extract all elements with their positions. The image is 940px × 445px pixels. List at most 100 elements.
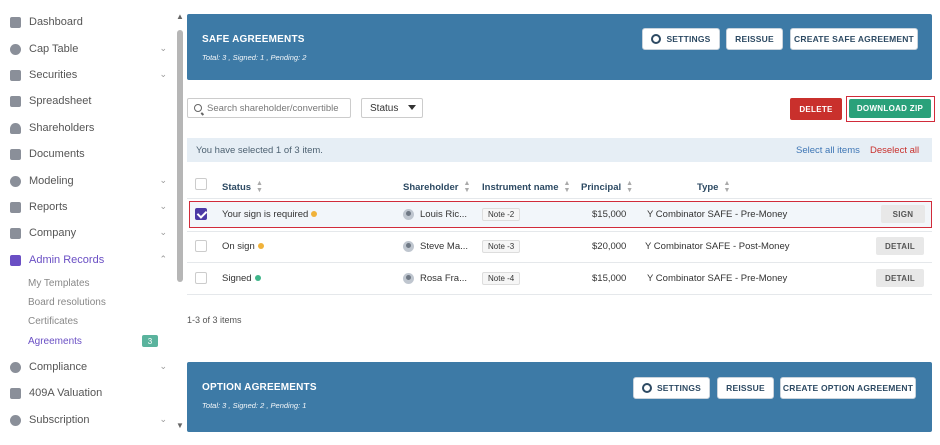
column-header-status[interactable]: Status ▲ ▼ — [222, 180, 263, 194]
status-cell: Your sign is required — [222, 209, 318, 220]
chevron-down-icon: ⌄ — [159, 201, 167, 211]
sidebar-item-admin-records[interactable]: Admin Records ⌃ — [10, 250, 175, 270]
sort-icon: ▲ ▼ — [463, 180, 471, 194]
create-safe-agreement-button[interactable]: CREATE SAFE AGREEMENT — [790, 28, 918, 50]
instrument-tag: Note -2 — [482, 208, 521, 221]
column-header-instrument[interactable]: Instrument name ▲ ▼ — [482, 180, 570, 194]
sidebar-item-cap-table[interactable]: Cap Table ⌄ — [10, 39, 175, 59]
sort-icon: ▲ ▼ — [256, 180, 263, 194]
avatar — [403, 273, 414, 284]
section-title: OPTION AGREEMENTS — [202, 382, 317, 393]
detail-button[interactable]: DETAIL — [876, 269, 924, 287]
column-label: Type — [697, 181, 719, 193]
divider — [187, 262, 932, 263]
type-cell: Y Combinator SAFE - Post-Money — [645, 241, 790, 252]
delete-button[interactable]: DELETE — [790, 98, 842, 120]
sidebar-subitem-board-resolutions[interactable]: Board resolutions — [28, 294, 168, 310]
sidebar: Dashboard Cap Table ⌄ Securities ⌄ Spreads… — [0, 0, 175, 445]
sidebar-item-label: Dashboard — [29, 16, 83, 28]
gear-icon — [641, 383, 652, 393]
button-label: SETTINGS — [656, 383, 702, 393]
sidebar-item-company[interactable]: Company ⌄ — [10, 223, 175, 243]
scroll-up-arrow-icon[interactable]: ▲ — [176, 12, 184, 21]
row-checkbox[interactable] — [195, 272, 207, 284]
sort-icon: ▲ ▼ — [626, 180, 634, 194]
search-input[interactable]: Search shareholder/convertible — [187, 98, 351, 118]
type-cell: Y Combinator SAFE - Pre-Money — [647, 273, 788, 284]
reissue-button[interactable]: REISSUE — [726, 28, 783, 50]
sidebar-item-label: Spreadsheet — [29, 95, 92, 107]
column-label: Principal — [581, 181, 622, 193]
sidebar-subitem-agreements[interactable]: Agreements 3 — [28, 333, 168, 349]
column-label: Instrument name — [482, 181, 559, 193]
sidebar-item-documents[interactable]: Documents — [10, 144, 175, 164]
principal-cell: $20,000 — [592, 241, 627, 252]
download-zip-highlight: DOWNLOAD ZIP — [846, 96, 935, 122]
sidebar-scrollbar[interactable]: ▲ ▼ — [176, 12, 184, 430]
select-all-link[interactable]: Select all items — [796, 145, 860, 156]
column-header-principal[interactable]: Principal ▲ ▼ — [581, 180, 633, 194]
settings-button[interactable]: SETTINGS — [642, 28, 720, 50]
shareholder-cell: Steve Ma... — [420, 241, 469, 252]
chevron-down-icon: ⌄ — [159, 43, 167, 53]
sidebar-subitem-label: My Templates — [28, 277, 90, 289]
chevron-down-icon: ⌄ — [159, 175, 167, 185]
button-label: SETTINGS — [666, 34, 711, 44]
sidebar-item-label: Admin Records — [29, 254, 105, 266]
create-option-agreement-button[interactable]: CREATE OPTION AGREEMENT — [780, 377, 916, 399]
settings-button[interactable]: SETTINGS — [633, 377, 710, 399]
section-summary: Total: 3 , Signed: 2 , Pending: 1 — [202, 401, 307, 410]
avatar — [403, 209, 414, 220]
type-cell: Y Combinator SAFE - Pre-Money — [647, 209, 788, 220]
chevron-down-icon: ⌄ — [159, 69, 167, 79]
sidebar-subitem-my-templates[interactable]: My Templates — [28, 275, 168, 291]
sidebar-item-dashboard[interactable]: Dashboard — [10, 12, 175, 32]
chevron-down-icon: ⌄ — [159, 361, 167, 371]
row-checkbox[interactable] — [195, 208, 207, 220]
sidebar-item-label: Securities — [29, 69, 78, 81]
sidebar-item-modeling[interactable]: Modeling ⌄ — [10, 171, 175, 191]
status-text: Signed — [222, 273, 252, 284]
count-badge: 3 — [142, 335, 158, 347]
divider — [187, 198, 932, 199]
column-header-shareholder[interactable]: Shareholder ▲ ▼ — [403, 180, 470, 194]
pending-status-dot — [257, 243, 264, 250]
shield-check-icon — [10, 361, 21, 373]
button-label: REISSUE — [726, 383, 765, 393]
selection-text: You have selected 1 of 3 item. — [196, 144, 323, 156]
status-cell: On sign — [222, 241, 264, 252]
sidebar-item-409a-valuation[interactable]: 409A Valuation — [10, 383, 175, 403]
sidebar-item-securities[interactable]: Securities ⌄ — [10, 65, 175, 85]
button-label: REISSUE — [735, 34, 774, 44]
instrument-tag: Note -3 — [482, 240, 521, 253]
column-header-type[interactable]: Type ▲ ▼ — [697, 180, 730, 194]
section-summary: Total: 3 , Signed: 1 , Pending: 2 — [202, 53, 307, 62]
sign-button[interactable]: SIGN — [881, 205, 925, 223]
pagination-count: 1-3 of 3 items — [187, 315, 242, 325]
deselect-all-link[interactable]: Deselect all — [870, 145, 919, 156]
sidebar-item-compliance[interactable]: Compliance ⌄ — [10, 357, 175, 377]
download-zip-button[interactable]: DOWNLOAD ZIP — [849, 99, 931, 118]
detail-button[interactable]: DETAIL — [876, 237, 924, 255]
sidebar-item-shareholders[interactable]: Shareholders — [10, 118, 175, 138]
sidebar-item-label: Shareholders — [29, 122, 95, 134]
folder-icon — [10, 148, 21, 160]
status-select[interactable]: Status — [361, 98, 423, 118]
sidebar-subitem-certificates[interactable]: Certificates — [28, 313, 168, 329]
row-checkbox[interactable] — [195, 240, 207, 252]
chevron-up-icon: ⌃ — [159, 254, 167, 264]
sidebar-item-subscription[interactable]: Subscription ⌄ — [10, 410, 175, 430]
sidebar-item-spreadsheet[interactable]: Spreadsheet — [10, 91, 175, 111]
reissue-button[interactable]: REISSUE — [717, 377, 774, 399]
sidebar-subitem-label: Board resolutions — [28, 296, 106, 308]
valuation-icon — [10, 387, 21, 399]
building-icon — [10, 227, 21, 239]
button-label: CREATE SAFE AGREEMENT — [794, 34, 914, 44]
sort-icon: ▲ ▼ — [563, 180, 571, 194]
app: Dashboard Cap Table ⌄ Securities ⌄ Spreads… — [0, 0, 940, 445]
sidebar-item-reports[interactable]: Reports ⌄ — [10, 197, 175, 217]
sidebar-item-label: Documents — [29, 148, 85, 160]
select-all-checkbox[interactable] — [195, 178, 207, 190]
scrollbar-thumb[interactable] — [177, 30, 183, 282]
scroll-down-arrow-icon[interactable]: ▼ — [176, 421, 184, 430]
